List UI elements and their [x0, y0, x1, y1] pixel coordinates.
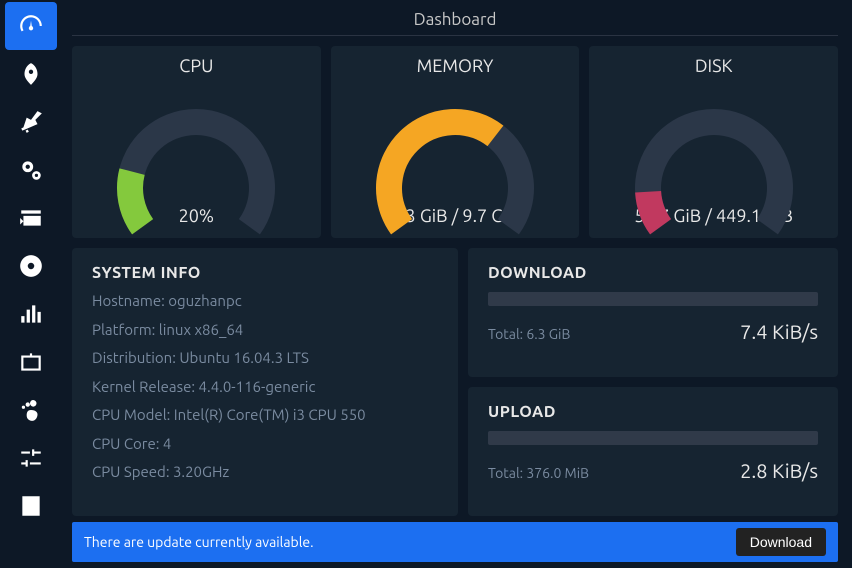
update-bar: There are update currently available. Do…	[72, 522, 838, 562]
upload-total: Total: 376.0 MiB	[488, 465, 589, 481]
memory-label: MEMORY	[417, 56, 494, 76]
network-column: DOWNLOAD Total: 6.3 GiB 7.4 KiB/s UPLOAD…	[468, 248, 838, 516]
cpu-gauge	[96, 78, 296, 208]
notes-icon	[18, 493, 44, 519]
sliders-icon	[18, 445, 44, 471]
disk-card: DISK 56.7 GiB / 449.1 GiB	[589, 46, 838, 238]
sysinfo-kernel: Kernel Release: 4.4.0-116-generic	[92, 376, 438, 399]
download-bar	[488, 292, 818, 306]
cpu-label: CPU	[179, 56, 213, 76]
sidebar-item-settings[interactable]	[5, 146, 57, 194]
sidebar-item-packages[interactable]	[5, 338, 57, 386]
sidebar-item-tuner[interactable]	[5, 434, 57, 482]
bars-icon	[18, 301, 44, 327]
lower-row: SYSTEM INFO Hostname: oguzhanpc Platform…	[72, 248, 838, 516]
upload-panel: UPLOAD Total: 376.0 MiB 2.8 KiB/s	[468, 387, 838, 516]
package-icon	[18, 349, 44, 375]
upload-bar	[488, 431, 818, 445]
download-total: Total: 6.3 GiB	[488, 326, 570, 342]
broom-icon	[18, 109, 44, 135]
upload-title: UPLOAD	[488, 403, 818, 421]
sysinfo-distribution: Distribution: Ubuntu 16.04.3 LTS	[92, 347, 438, 370]
sidebar	[0, 0, 62, 568]
main-content: Dashboard CPU 20% MEMORY 6.3 GiB / 9.7 G…	[62, 0, 852, 568]
upload-rate: 2.8 KiB/s	[740, 459, 818, 482]
download-rate: 7.4 KiB/s	[740, 320, 818, 343]
sysinfo-cpu-speed: CPU Speed: 3.20GHz	[92, 461, 438, 484]
disk-label: DISK	[695, 56, 733, 76]
download-button[interactable]: Download	[736, 528, 826, 556]
sidebar-item-startup[interactable]	[5, 194, 57, 242]
sidebar-item-dashboard[interactable]	[5, 2, 57, 50]
sysinfo-hostname: Hostname: oguzhanpc	[92, 290, 438, 313]
sidebar-item-process[interactable]	[5, 290, 57, 338]
sidebar-item-logs[interactable]	[5, 482, 57, 530]
foot-icon	[18, 397, 44, 423]
sidebar-item-cleaner[interactable]	[5, 50, 57, 98]
disc-icon	[18, 253, 44, 279]
memory-card: MEMORY 6.3 GiB / 9.7 GiB	[331, 46, 580, 238]
update-message: There are update currently available.	[84, 534, 736, 550]
sidebar-item-sweep[interactable]	[5, 98, 57, 146]
window-icon	[18, 205, 44, 231]
sidebar-item-services[interactable]	[5, 242, 57, 290]
page-title: Dashboard	[72, 10, 838, 36]
system-info-panel: SYSTEM INFO Hostname: oguzhanpc Platform…	[72, 248, 458, 516]
sysinfo-cpu-core: CPU Core: 4	[92, 433, 438, 456]
disk-gauge	[614, 78, 814, 208]
memory-gauge	[355, 78, 555, 208]
gauge-row: CPU 20% MEMORY 6.3 GiB / 9.7 GiB DISK 56…	[72, 46, 838, 238]
cpu-card: CPU 20%	[72, 46, 321, 238]
sidebar-item-gnome[interactable]	[5, 386, 57, 434]
gauge-icon	[18, 13, 44, 39]
gears-icon	[18, 157, 44, 183]
sysinfo-platform: Platform: linux x86_64	[92, 319, 438, 342]
sysinfo-cpu-model: CPU Model: Intel(R) Core(TM) i3 CPU 550	[92, 404, 438, 427]
rocket-icon	[18, 61, 44, 87]
